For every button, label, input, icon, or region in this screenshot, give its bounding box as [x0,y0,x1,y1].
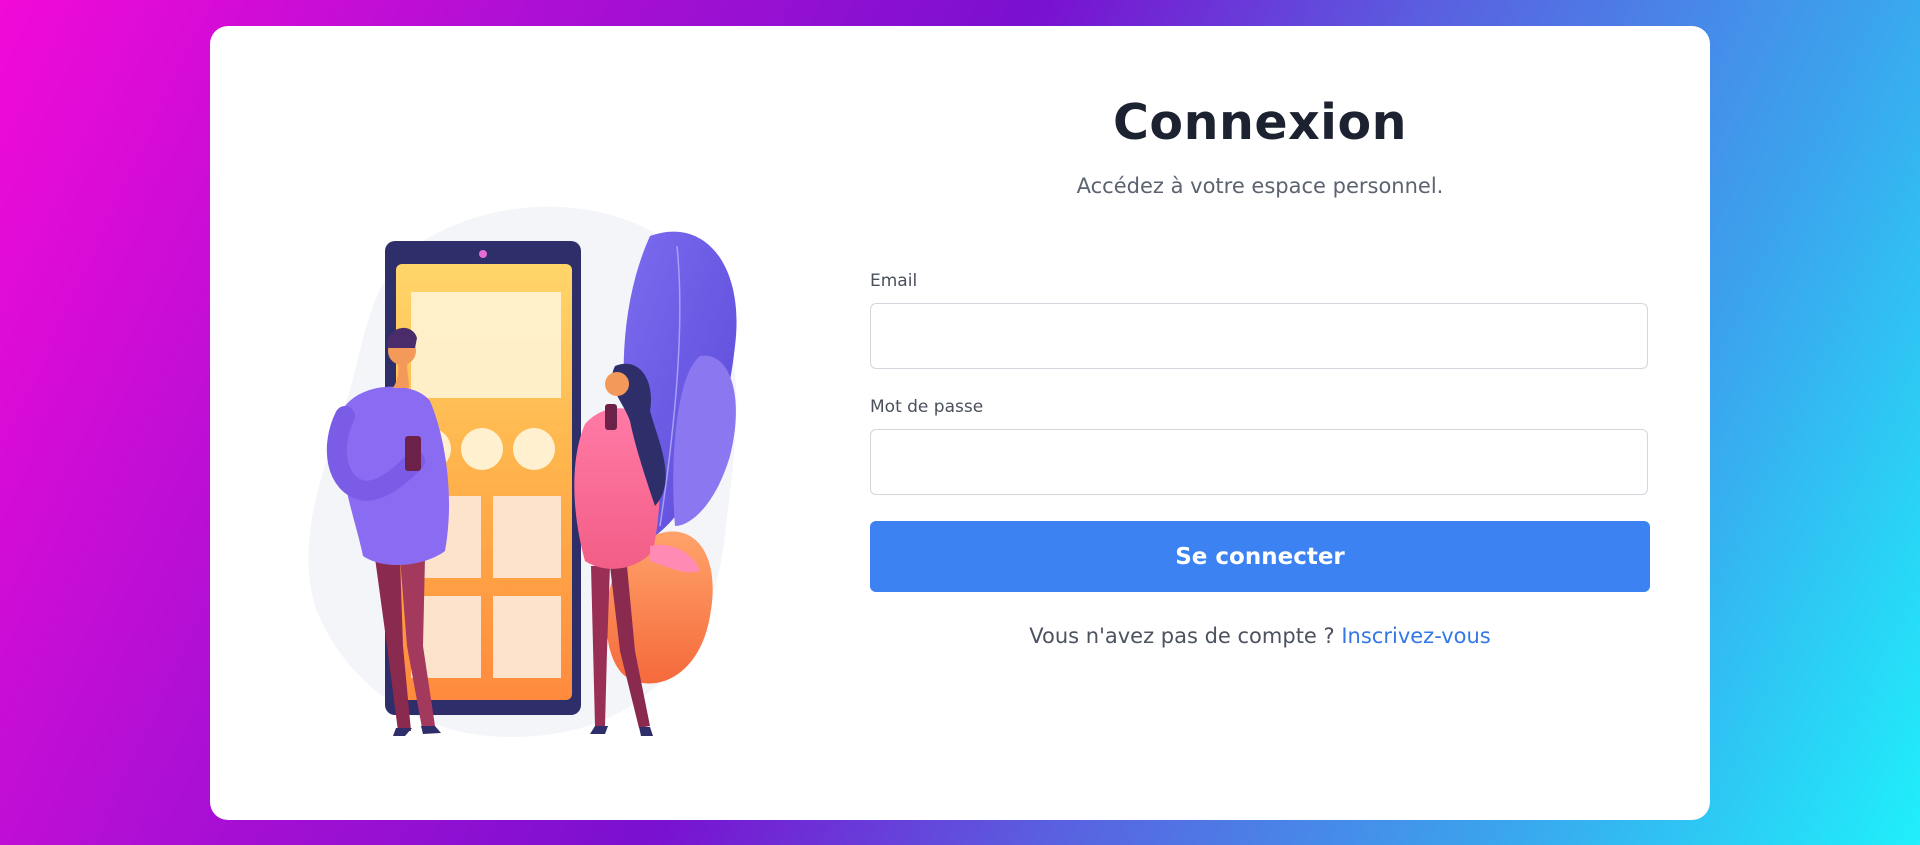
page-subtitle: Accédez à votre espace personnel. [1076,174,1444,198]
login-card: Connexion Accédez à votre espace personn… [210,26,1710,820]
password-field[interactable] [870,429,1648,495]
password-label: Mot de passe [870,397,984,417]
signup-prompt: Vous n'avez pas de compte ? Inscrivez-vo… [870,624,1650,648]
signup-link[interactable]: Inscrivez-vous [1341,624,1490,648]
people-with-phone-illustration [308,206,737,738]
signup-prompt-text: Vous n'avez pas de compte ? [1029,624,1335,648]
email-field[interactable] [870,303,1648,369]
login-form: Connexion Accédez à votre espace personn… [870,26,1650,820]
email-label: Email [870,271,918,291]
page-title: Connexion [1112,94,1408,151]
login-button[interactable]: Se connecter [870,521,1650,592]
